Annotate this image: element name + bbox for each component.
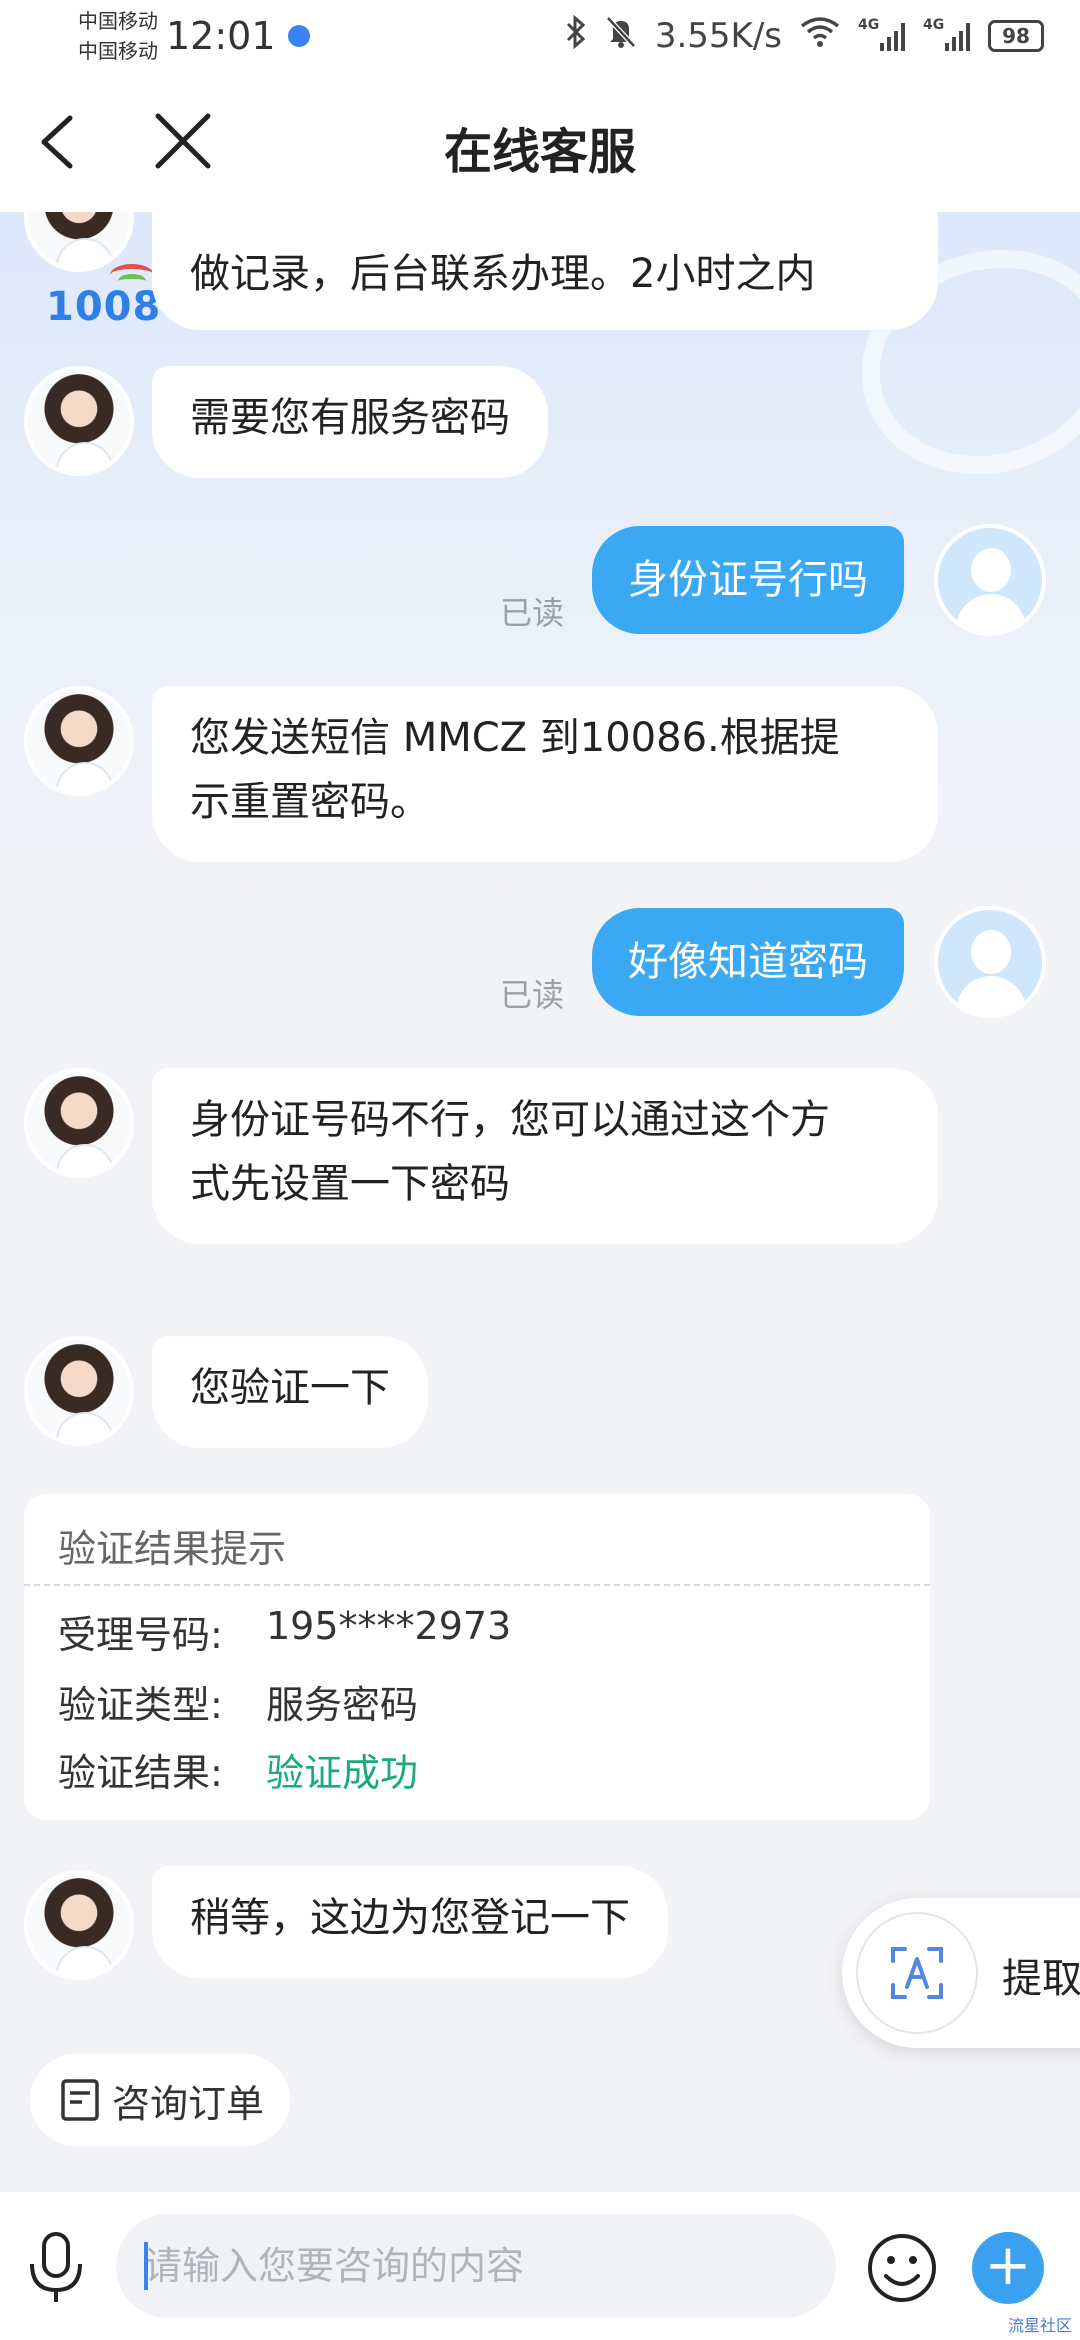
message-text: 好像知道密码 (628, 939, 868, 985)
add-button[interactable]: + (972, 2232, 1044, 2304)
row-label: 受理号码: (58, 1613, 223, 1657)
message-text: 需要您有服务密码 (190, 395, 510, 441)
agent-avatar[interactable] (24, 1068, 134, 1178)
message-text-line-1: 您发送短信 MMCZ 到10086.根据提 (190, 715, 840, 761)
verify-card-title: 验证结果提示 (58, 1527, 287, 1571)
globe-icon (287, 25, 310, 47)
user-avatar[interactable] (934, 524, 1046, 636)
message-text: 身份证号行吗 (628, 557, 868, 603)
nav-bar: 在线客服 (0, 72, 1080, 212)
text-caret (144, 2242, 148, 2290)
verify-row-number: 受理号码: 195****2973 (58, 1604, 511, 1659)
watermark: 流星社区 (1007, 2316, 1072, 2335)
message-input[interactable] (116, 2214, 836, 2318)
agent-avatar[interactable] (24, 212, 134, 272)
document-icon (61, 2079, 99, 2121)
status-icons: 3.55K/s 4G 4G 98 (565, 14, 1044, 57)
bluetooth-icon (565, 14, 587, 57)
consult-order-label: 咨询订单 (112, 2081, 265, 2126)
consult-order-button[interactable]: 咨询订单 (30, 2054, 290, 2146)
row-label: 验证类型: (58, 1683, 223, 1727)
row-value: 195****2973 (266, 1604, 512, 1648)
verify-success-value: 验证成功 (266, 1751, 419, 1795)
carrier-info: 中国移动 中国移动 (78, 6, 158, 66)
message-text-line-2: 式先设置一下密码 (190, 1161, 510, 1207)
page-title: 在线客服 (443, 124, 636, 180)
agent-avatar[interactable] (24, 686, 134, 796)
agent-avatar[interactable] (24, 366, 134, 476)
agent-avatar[interactable] (24, 1870, 134, 1980)
user-avatar[interactable] (934, 906, 1046, 1018)
message-text: 您验证一下 (190, 1365, 390, 1411)
message-text-line-1: 身份证号码不行，您可以通过这个方 (190, 1097, 830, 1143)
mute-icon (605, 15, 637, 57)
read-status: 已读 (500, 976, 565, 1014)
microphone-icon[interactable] (26, 2230, 86, 2306)
chat-area[interactable]: 10086 做记录，后台联系办理。2小时之内 需要您有服务密码 已读 身份证号行… (0, 212, 1080, 2192)
message-text: 做记录，后台联系办理。2小时之内 (190, 251, 816, 297)
emoji-icon[interactable] (866, 2232, 938, 2304)
agent-message: 您验证一下 (152, 1336, 428, 1448)
agent-message: 您发送短信 MMCZ 到10086.根据提 示重置密码。 (152, 686, 938, 862)
user-message: 身份证号行吗 (592, 526, 904, 634)
row-value: 服务密码 (266, 1683, 419, 1727)
user-message: 好像知道密码 (592, 908, 904, 1016)
input-bar: + 流星社区 (0, 2192, 1080, 2340)
verify-result-card: 验证结果提示 受理号码: 195****2973 验证类型: 服务密码 验证结果… (24, 1494, 930, 1820)
signal-icon-2: 4G (923, 17, 970, 51)
agent-avatar[interactable] (24, 1336, 134, 1446)
battery-icon: 98 (988, 20, 1044, 52)
signal-icon-1: 4G (858, 17, 905, 51)
message-text-line-2: 示重置密码。 (190, 779, 430, 825)
agent-message: 做记录，后台联系办理。2小时之内 (152, 212, 938, 330)
text-recognition-icon[interactable] (856, 1912, 978, 2034)
status-bar: 中国移动 中国移动 12:01 3.55K/s 4G 4G 98 (0, 0, 1080, 72)
wifi-icon (800, 16, 840, 56)
divider (24, 1584, 930, 1586)
carrier-1: 中国移动 (78, 9, 158, 33)
clock: 12:01 (166, 14, 276, 58)
verify-row-type: 验证类型: 服务密码 (58, 1674, 418, 1729)
agent-message: 身份证号码不行，您可以通过这个方 式先设置一下密码 (152, 1068, 938, 1244)
row-label: 验证结果: (58, 1751, 223, 1795)
agent-message: 需要您有服务密码 (152, 366, 548, 478)
carrier-2: 中国移动 (78, 39, 158, 63)
agent-message: 稍等，这边为您登记一下 (152, 1866, 668, 1978)
net-speed: 3.55K/s (654, 16, 782, 56)
text-extract-label: 提取 (1002, 1956, 1080, 2002)
text-extract-button[interactable]: 提取 (842, 1898, 1080, 2048)
verify-row-result: 验证结果: 验证成功 (58, 1742, 418, 1797)
message-text: 稍等，这边为您登记一下 (190, 1895, 630, 1941)
read-status: 已读 (500, 594, 565, 632)
